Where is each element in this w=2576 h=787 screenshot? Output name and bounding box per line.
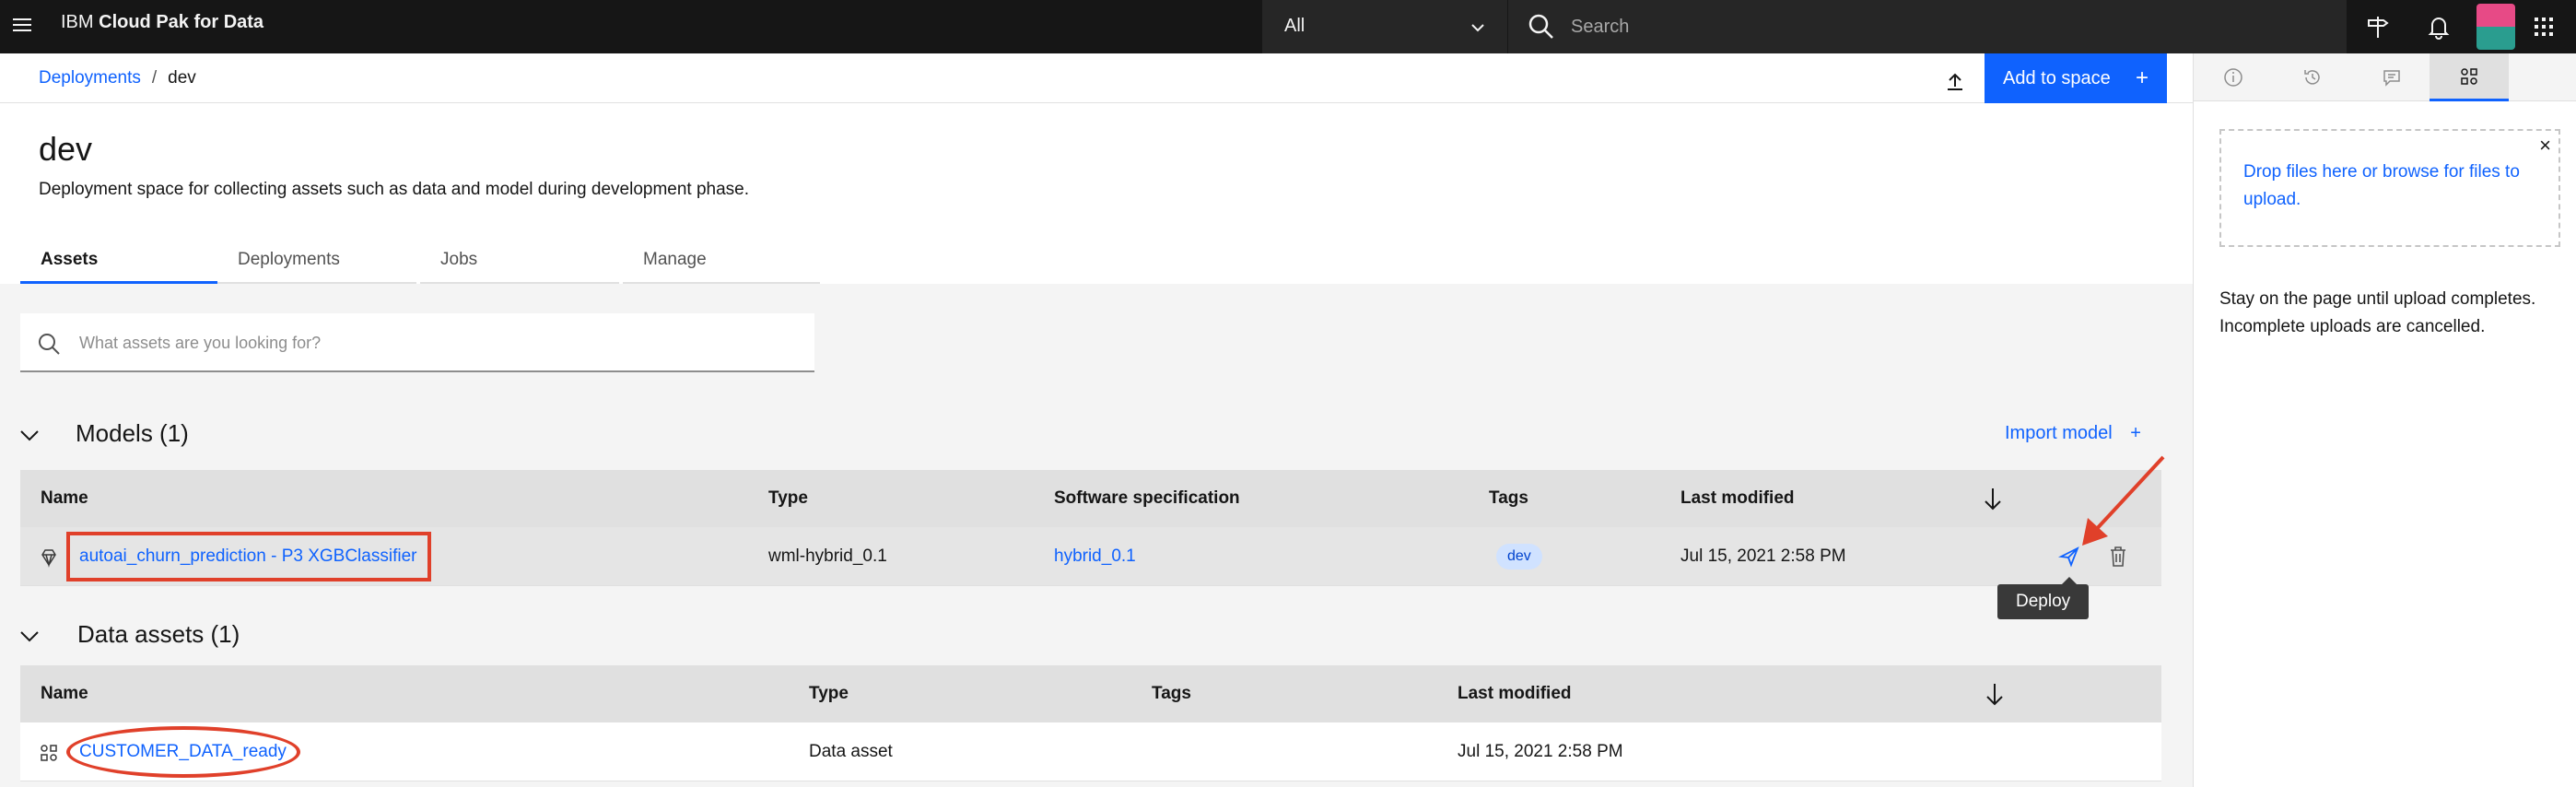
- avatar[interactable]: [2476, 4, 2515, 50]
- add-to-space-button[interactable]: Add to space +: [1985, 53, 2167, 103]
- add-icon: +: [2135, 65, 2149, 90]
- search-icon: [39, 334, 60, 355]
- sort-arrow-down-icon[interactable]: [1985, 680, 2005, 708]
- column-last-modified[interactable]: Last modified: [1458, 665, 1572, 722]
- asset-search-input[interactable]: [79, 324, 798, 361]
- column-software-spec[interactable]: Software specification: [1054, 470, 1240, 527]
- models-title: Models (1): [76, 419, 189, 447]
- table-header: Name Type Tags Last modified: [20, 665, 2161, 722]
- annotation-highlight-oval: [66, 726, 300, 778]
- notification-bell-icon[interactable]: [2423, 11, 2454, 42]
- global-search-input[interactable]: [1571, 8, 2308, 45]
- models-section-header: Models (1): [0, 413, 2193, 455]
- upload-button[interactable]: [1938, 65, 1972, 98]
- import-model-link[interactable]: Import model +: [2005, 420, 2141, 446]
- top-navigation-bar: IBM Cloud Pak for Data All: [0, 0, 2576, 53]
- search-scope-dropdown[interactable]: All: [1262, 0, 1507, 53]
- chevron-down-icon[interactable]: [18, 625, 41, 647]
- tab-assets[interactable]: Assets: [20, 241, 217, 284]
- sort-arrow-down-icon[interactable]: [1983, 485, 2003, 512]
- info-icon: [2224, 68, 2242, 87]
- breadcrumb-current: dev: [168, 68, 196, 88]
- column-tags[interactable]: Tags: [1152, 665, 1191, 722]
- model-last-modified: Jul 15, 2021 2:58 PM: [1680, 546, 1846, 566]
- chevron-down-icon[interactable]: [18, 424, 41, 446]
- data-assets-table: Name Type Tags Last modified CUSTOMER_DA…: [20, 665, 2161, 783]
- column-type[interactable]: Type: [768, 470, 808, 527]
- panel-tab-comments[interactable]: [2352, 53, 2431, 101]
- data-icon: [2461, 67, 2477, 85]
- breadcrumb-deployments[interactable]: Deployments: [39, 68, 141, 88]
- menu-icon[interactable]: [11, 15, 33, 37]
- signpost-icon[interactable]: [2362, 11, 2394, 42]
- panel-tab-data[interactable]: [2430, 53, 2509, 101]
- right-side-panel: × Drop files here or browse for files to…: [2193, 53, 2576, 787]
- annotation-arrow-icon: [2082, 455, 2165, 546]
- data-assets-section-header: Data assets (1): [0, 614, 2193, 656]
- close-icon[interactable]: ×: [2539, 135, 2551, 157]
- page-description: Deployment space for collecting assets s…: [39, 180, 750, 199]
- asset-search: [20, 313, 814, 372]
- tab-jobs[interactable]: Jobs: [420, 241, 619, 284]
- search-scope-value: All: [1284, 16, 1306, 36]
- comment-icon: [2383, 70, 2400, 87]
- data-asset-type: Data asset: [809, 742, 893, 761]
- search-icon: [1528, 14, 1553, 39]
- history-icon: [2304, 70, 2320, 85]
- table-row[interactable]: CUSTOMER_DATA_ready Data asset Jul 15, 2…: [20, 722, 2161, 781]
- data-assets-title: Data assets (1): [77, 620, 240, 648]
- tab-deployments[interactable]: Deployments: [217, 241, 416, 284]
- table-header: Name Type Software specification Tags La…: [20, 470, 2161, 527]
- upload-note: Stay on the page until upload completes.…: [2219, 289, 2536, 336]
- column-type[interactable]: Type: [809, 665, 849, 722]
- annotation-highlight-rectangle: [66, 532, 431, 581]
- product-name[interactable]: IBM Cloud Pak for Data: [61, 11, 263, 33]
- breadcrumb: Deployments / dev: [39, 66, 196, 90]
- data-asset-icon: [41, 745, 57, 761]
- breadcrumb-bar: Deployments / dev Add to space +: [0, 53, 2193, 103]
- import-model-label: Import model: [2005, 423, 2113, 443]
- data-asset-last-modified: Jul 15, 2021 2:58 PM: [1458, 742, 1623, 761]
- page-title: dev: [39, 130, 93, 168]
- deploy-tooltip: Deploy: [1997, 577, 2090, 619]
- app-switcher-icon[interactable]: [2528, 11, 2559, 42]
- panel-tab-bar: [2194, 53, 2576, 101]
- tag-badge[interactable]: dev: [1496, 544, 1542, 570]
- brand-name: Cloud Pak for Data: [99, 12, 264, 32]
- add-icon: +: [2130, 423, 2141, 443]
- add-to-space-label: Add to space: [2003, 68, 2111, 88]
- column-last-modified[interactable]: Last modified: [1680, 470, 1795, 527]
- file-drop-zone[interactable]: × Drop files here or browse for files to…: [2219, 129, 2560, 247]
- software-spec-link[interactable]: hybrid_0.1: [1054, 527, 1136, 586]
- brand-prefix: IBM: [61, 12, 100, 32]
- column-name[interactable]: Name: [41, 665, 88, 722]
- panel-tab-history[interactable]: [2273, 53, 2352, 101]
- panel-tab-about[interactable]: [2194, 53, 2273, 101]
- upload-icon: [1948, 73, 1962, 90]
- model-diamond-icon: [41, 549, 56, 568]
- model-type: wml-hybrid_0.1: [768, 546, 887, 566]
- chevron-down-icon: [1471, 24, 1484, 32]
- tab-manage[interactable]: Manage: [623, 241, 820, 284]
- column-name[interactable]: Name: [41, 470, 88, 527]
- drop-zone-text[interactable]: Drop files here or browse for files to u…: [2243, 162, 2520, 209]
- column-tags[interactable]: Tags: [1489, 470, 1528, 527]
- breadcrumb-separator: /: [151, 68, 158, 88]
- global-search: [1508, 0, 2347, 53]
